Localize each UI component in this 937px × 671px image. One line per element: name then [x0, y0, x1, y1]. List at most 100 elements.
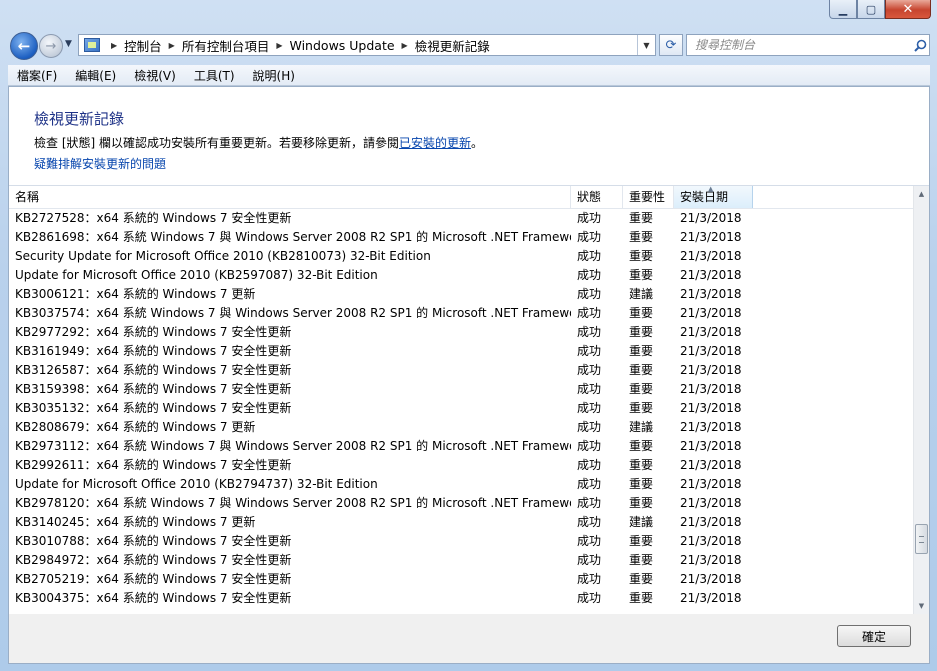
table-row[interactable]: Update for Microsoft Office 2010 (KB2597…: [9, 266, 913, 285]
scroll-up-button[interactable]: ▲: [914, 186, 929, 202]
menu-edit[interactable]: 編輯(E): [66, 67, 125, 84]
forward-button[interactable]: →: [39, 34, 63, 58]
update-status: 成功: [577, 496, 602, 510]
table-row[interactable]: KB3006121：x64 系統的 Windows 7 更新 成功 建議 21/3/2…: [9, 285, 913, 304]
column-header-status[interactable]: 狀態: [571, 186, 623, 208]
update-status: 成功: [577, 420, 602, 434]
page-title: 檢視更新記錄: [34, 110, 125, 128]
maximize-icon: ▢: [865, 2, 877, 16]
update-date: 21/3/2018: [680, 382, 742, 396]
menu-file[interactable]: 檔案(F): [8, 67, 66, 84]
update-status: 成功: [577, 344, 602, 358]
menu-view[interactable]: 檢視(V): [125, 67, 185, 84]
update-name: KB2978120：x64 系統 Windows 7 與 Windows Ser…: [15, 496, 571, 510]
close-button[interactable]: ✕: [885, 0, 931, 19]
breadcrumb-separator-icon[interactable]: ▶: [276, 41, 282, 50]
table-row[interactable]: KB2977292：x64 系統的 Windows 7 安全性更新 成功 重要 21/…: [9, 323, 913, 342]
update-status: 成功: [577, 572, 602, 586]
list-rows: KB2727528：x64 系統的 Windows 7 安全性更新 成功 重要 21/…: [9, 209, 913, 608]
update-date: 21/3/2018: [680, 458, 742, 472]
table-row[interactable]: KB3159398：x64 系統的 Windows 7 安全性更新 成功 重要 21/…: [9, 380, 913, 399]
ok-button[interactable]: 確定: [837, 625, 911, 647]
table-row[interactable]: KB3010788：x64 系統的 Windows 7 安全性更新 成功 重要 21/…: [9, 532, 913, 551]
update-date: 21/3/2018: [680, 287, 742, 301]
update-status: 成功: [577, 287, 602, 301]
update-importance: 重要: [629, 477, 654, 491]
update-name: KB2705219：x64 系統的 Windows 7 安全性更新: [15, 572, 292, 586]
update-date: 21/3/2018: [680, 496, 742, 510]
update-importance: 建議: [629, 287, 654, 301]
sort-arrow-icon: ▲: [708, 185, 714, 193]
table-row[interactable]: KB3004375：x64 系統的 Windows 7 安全性更新 成功 重要 21/…: [9, 589, 913, 608]
recent-pages-button[interactable]: ▼: [65, 39, 72, 49]
chevron-down-icon: ▼: [643, 40, 650, 50]
table-row[interactable]: Security Update for Microsoft Office 201…: [9, 247, 913, 266]
update-importance: 重要: [629, 249, 654, 263]
table-row[interactable]: KB2984972：x64 系統的 Windows 7 安全性更新 成功 重要 21/…: [9, 551, 913, 570]
breadcrumb-separator-icon[interactable]: ▶: [402, 41, 408, 50]
breadcrumb-separator-icon[interactable]: ▶: [169, 41, 175, 50]
scroll-down-button[interactable]: ▼: [914, 598, 929, 614]
update-status: 成功: [577, 325, 602, 339]
update-importance: 重要: [629, 458, 654, 472]
close-icon: ✕: [902, 1, 914, 17]
breadcrumb-separator-icon[interactable]: ▶: [111, 41, 117, 50]
back-button[interactable]: ←: [10, 32, 38, 60]
update-date: 21/3/2018: [680, 344, 742, 358]
table-row[interactable]: KB2861698：x64 系統 Windows 7 與 Windows Ser…: [9, 228, 913, 247]
update-name: KB3159398：x64 系統的 Windows 7 安全性更新: [15, 382, 292, 396]
minimize-icon: ▁: [838, 2, 848, 16]
installed-updates-link[interactable]: 已安裝的更新: [399, 136, 471, 150]
table-row[interactable]: Update for Microsoft Office 2010 (KB2794…: [9, 475, 913, 494]
update-status: 成功: [577, 268, 602, 282]
breadcrumb-update-history[interactable]: 檢視更新記錄: [415, 36, 490, 55]
table-row[interactable]: KB3035132：x64 系統的 Windows 7 安全性更新 成功 重要 21/…: [9, 399, 913, 418]
search-icon[interactable]: [911, 39, 929, 52]
chevron-down-icon: ▼: [65, 39, 72, 49]
troubleshoot-link[interactable]: 疑難排解安裝更新的問題: [34, 155, 166, 172]
maximize-button[interactable]: ▢: [857, 0, 885, 19]
vertical-scrollbar[interactable]: ▲ ▼: [913, 186, 929, 614]
search-input[interactable]: [687, 36, 911, 54]
update-name: Update for Microsoft Office 2010 (KB2597…: [15, 268, 378, 282]
scrollbar-thumb[interactable]: [915, 524, 928, 554]
control-panel-icon: [84, 38, 100, 52]
update-name: Security Update for Microsoft Office 201…: [15, 249, 431, 263]
table-row[interactable]: KB2705219：x64 系統的 Windows 7 安全性更新 成功 重要 21/…: [9, 570, 913, 589]
table-row[interactable]: KB2978120：x64 系統 Windows 7 與 Windows Ser…: [9, 494, 913, 513]
update-date: 21/3/2018: [680, 515, 742, 529]
minimize-button[interactable]: ▁: [829, 0, 857, 19]
column-header-date[interactable]: ▲ 安裝日期: [674, 186, 753, 208]
update-name: KB2984972：x64 系統的 Windows 7 安全性更新: [15, 553, 292, 567]
forward-arrow-icon: →: [45, 38, 57, 54]
update-status: 成功: [577, 439, 602, 453]
breadcrumb-all-items[interactable]: 所有控制台項目: [182, 36, 270, 55]
column-header-importance[interactable]: 重要性: [623, 186, 674, 208]
window-frame: ▁ ▢ ✕ ← → ▼ ▶ 控制台 ▶ 所有控制台項目 ▶ Windows Up…: [0, 0, 937, 671]
table-row[interactable]: KB3161949：x64 系統的 Windows 7 安全性更新 成功 重要 21/…: [9, 342, 913, 361]
column-header-name[interactable]: 名稱: [9, 186, 571, 208]
breadcrumb-control-panel[interactable]: 控制台: [124, 36, 162, 55]
menu-tools[interactable]: 工具(T): [185, 67, 244, 84]
table-row[interactable]: KB2973112：x64 系統 Windows 7 與 Windows Ser…: [9, 437, 913, 456]
menu-help[interactable]: 說明(H): [244, 67, 304, 84]
update-importance: 建議: [629, 420, 654, 434]
update-date: 21/3/2018: [680, 534, 742, 548]
arrow-down-icon: ▼: [918, 602, 925, 610]
update-status: 成功: [577, 477, 602, 491]
table-row[interactable]: KB3126587：x64 系統的 Windows 7 安全性更新 成功 重要 21/…: [9, 361, 913, 380]
update-name: KB2727528：x64 系統的 Windows 7 安全性更新: [15, 211, 292, 225]
table-row[interactable]: KB2808679：x64 系統的 Windows 7 更新 成功 建議 21/3/2…: [9, 418, 913, 437]
update-date: 21/3/2018: [680, 477, 742, 491]
address-bar[interactable]: ▶ 控制台 ▶ 所有控制台項目 ▶ Windows Update ▶ 檢視更新記…: [78, 34, 656, 56]
breadcrumb-windows-update[interactable]: Windows Update: [290, 38, 395, 53]
description-suffix: 。: [471, 136, 484, 150]
table-row[interactable]: KB3140245：x64 系統的 Windows 7 更新 成功 建議 21/3/2…: [9, 513, 913, 532]
table-row[interactable]: KB2992611：x64 系統的 Windows 7 安全性更新 成功 重要 21/…: [9, 456, 913, 475]
address-dropdown-button[interactable]: ▼: [637, 35, 655, 55]
table-row[interactable]: KB3037574：x64 系統 Windows 7 與 Windows Ser…: [9, 304, 913, 323]
update-importance: 重要: [629, 325, 654, 339]
refresh-button[interactable]: ⟳: [659, 34, 683, 56]
update-date: 21/3/2018: [680, 268, 742, 282]
table-row[interactable]: KB2727528：x64 系統的 Windows 7 安全性更新 成功 重要 21/…: [9, 209, 913, 228]
